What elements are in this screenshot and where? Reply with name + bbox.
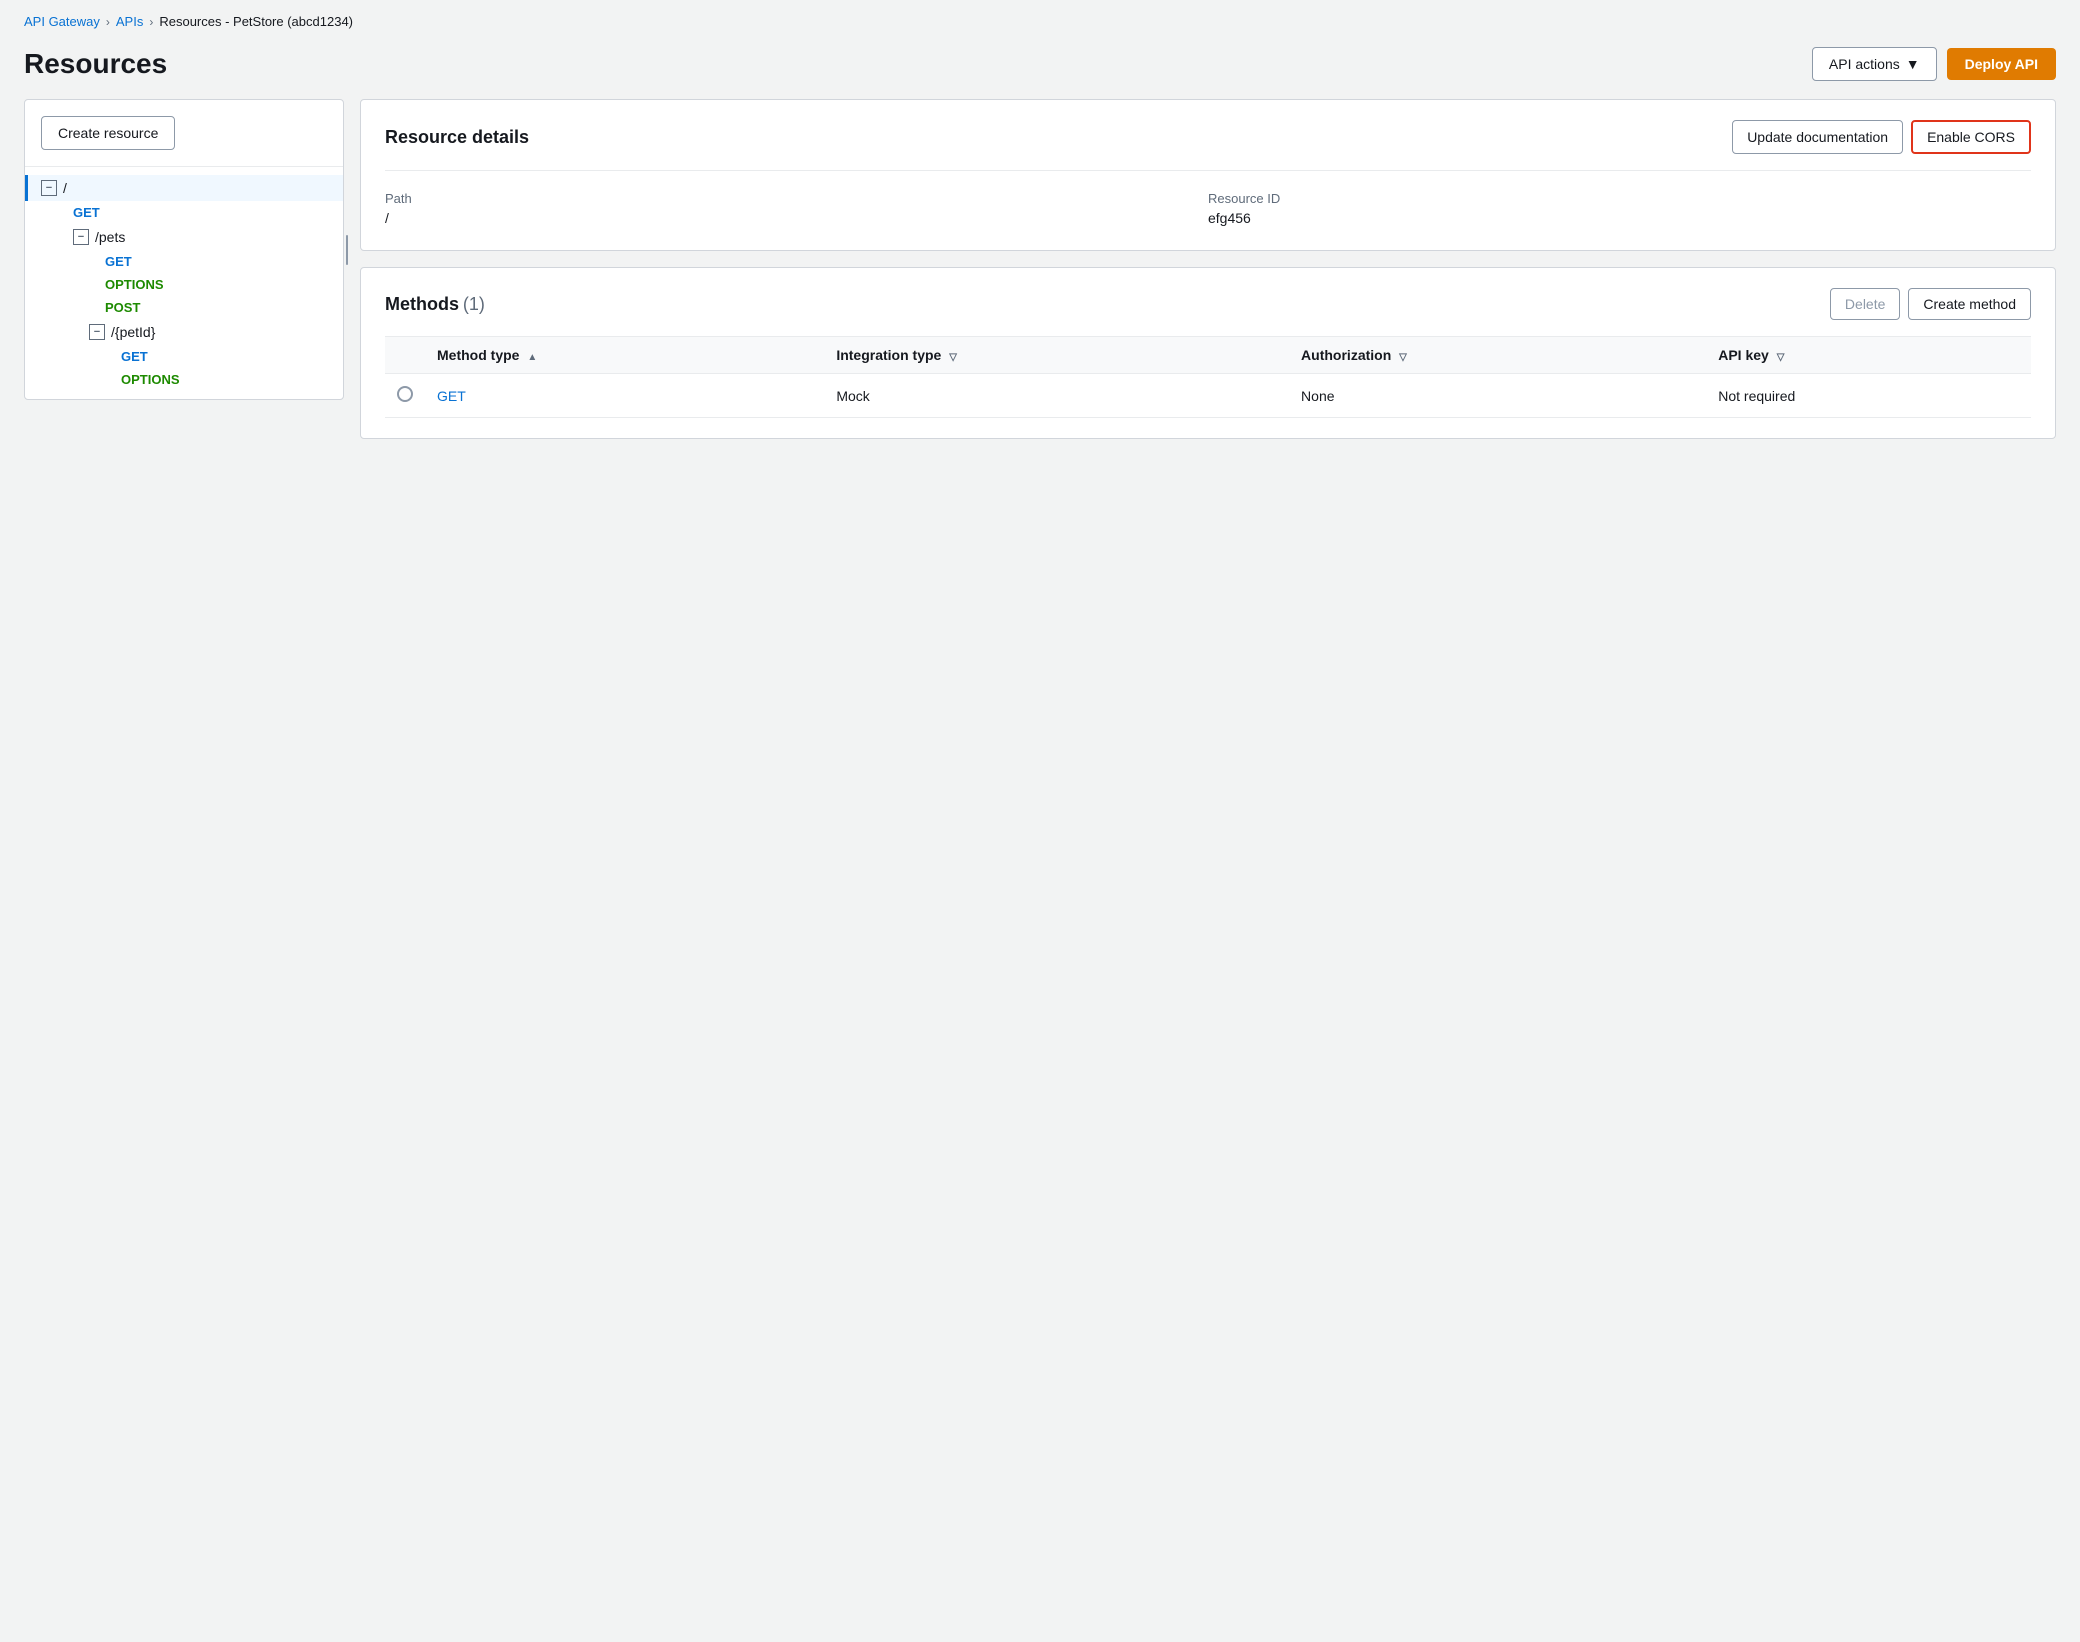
col-integration-type-label: Integration type	[836, 347, 941, 363]
resource-details-header: Resource details Update documentation En…	[385, 120, 2031, 154]
create-resource-button[interactable]: Create resource	[41, 116, 175, 150]
path-label: Path	[385, 191, 1208, 206]
row-integration-type: Mock	[824, 374, 1289, 418]
col-api-key-label: API key	[1718, 347, 1769, 363]
deploy-api-button[interactable]: Deploy API	[1947, 48, 2056, 80]
tree-item-root[interactable]: − /	[25, 175, 343, 201]
update-documentation-button[interactable]: Update documentation	[1732, 120, 1903, 154]
left-panel: Create resource − / GET − /pets GET OPTI…	[24, 99, 344, 400]
expand-icon-pets: −	[73, 229, 89, 245]
row-authorization: None	[1289, 374, 1706, 418]
resource-details-title: Resource details	[385, 127, 529, 148]
breadcrumb-api-gateway[interactable]: API Gateway	[24, 14, 100, 29]
path-value: /	[385, 210, 1208, 226]
col-integration-type[interactable]: Integration type ▽	[824, 337, 1289, 374]
page-header: Resources API actions ▼ Deploy API	[0, 39, 2080, 99]
sort-icon-auth: ▽	[1399, 352, 1407, 363]
main-content: Create resource − / GET − /pets GET OPTI…	[0, 99, 2080, 463]
api-actions-button[interactable]: API actions ▼	[1812, 47, 1937, 81]
resource-tree: − / GET − /pets GET OPTIONS POST − /{pet…	[25, 166, 343, 399]
breadcrumb-current: Resources - PetStore (abcd1234)	[159, 14, 353, 29]
col-select	[385, 337, 425, 374]
row-api-key: Not required	[1706, 374, 2031, 418]
col-authorization[interactable]: Authorization ▽	[1289, 337, 1706, 374]
methods-title-area: Methods (1)	[385, 294, 485, 315]
dropdown-icon: ▼	[1906, 56, 1920, 72]
tree-label-pets: /pets	[95, 229, 125, 245]
method-get-link[interactable]: GET	[437, 388, 466, 404]
col-method-type[interactable]: Method type ▲	[425, 337, 824, 374]
enable-cors-button[interactable]: Enable CORS	[1911, 120, 2031, 154]
right-panel: Resource details Update documentation En…	[360, 99, 2056, 439]
sort-icon-method: ▲	[527, 352, 537, 363]
api-actions-label: API actions	[1829, 56, 1900, 72]
row-select-cell	[385, 374, 425, 418]
row-method-type: GET	[425, 374, 824, 418]
breadcrumb-sep-2: ›	[149, 15, 153, 29]
delete-method-button[interactable]: Delete	[1830, 288, 1900, 320]
tree-item-pets[interactable]: − /pets	[41, 224, 343, 250]
methods-actions: Delete Create method	[1830, 288, 2031, 320]
sort-icon-integration: ▽	[949, 352, 957, 363]
sort-icon-apikey: ▽	[1777, 352, 1785, 363]
col-authorization-label: Authorization	[1301, 347, 1391, 363]
breadcrumb-apis[interactable]: APIs	[116, 14, 143, 29]
create-method-button[interactable]: Create method	[1908, 288, 2031, 320]
methods-table-head: Method type ▲ Integration type ▽ Authori…	[385, 337, 2031, 374]
resource-id-value: efg456	[1208, 210, 2031, 226]
methods-card: Methods (1) Delete Create method Method …	[360, 267, 2056, 439]
methods-count: (1)	[463, 294, 485, 314]
tree-method-pets-options[interactable]: OPTIONS	[41, 273, 343, 296]
methods-table-body: GET Mock None Not required	[385, 374, 2031, 418]
row-radio[interactable]	[397, 386, 413, 402]
methods-header: Methods (1) Delete Create method	[385, 288, 2031, 320]
breadcrumb: API Gateway › APIs › Resources - PetStor…	[0, 0, 2080, 39]
resource-details-card: Resource details Update documentation En…	[360, 99, 2056, 251]
tree-method-petid-options[interactable]: OPTIONS	[41, 368, 343, 391]
col-method-type-label: Method type	[437, 347, 519, 363]
resource-details-actions: Update documentation Enable CORS	[1732, 120, 2031, 154]
tree-method-pets-get[interactable]: GET	[41, 250, 343, 273]
resize-handle[interactable]	[343, 100, 351, 399]
resource-id-label: Resource ID	[1208, 191, 2031, 206]
tree-method-petid-get[interactable]: GET	[41, 345, 343, 368]
tree-method-pets-post[interactable]: POST	[41, 296, 343, 319]
methods-title: Methods	[385, 294, 459, 314]
tree-item-petid[interactable]: − /{petId}	[41, 319, 343, 345]
tree-label-root: /	[63, 180, 67, 196]
tree-label-petid: /{petId}	[111, 324, 155, 340]
page-title: Resources	[24, 48, 167, 80]
header-actions: API actions ▼ Deploy API	[1812, 47, 2056, 81]
expand-icon-petid: −	[89, 324, 105, 340]
expand-icon-root: −	[41, 180, 57, 196]
breadcrumb-sep-1: ›	[106, 15, 110, 29]
methods-table: Method type ▲ Integration type ▽ Authori…	[385, 336, 2031, 418]
tree-pets-container: − /pets GET OPTIONS POST − /{petId} GET …	[25, 224, 343, 391]
tree-method-root-get[interactable]: GET	[25, 201, 343, 224]
path-field: Path /	[385, 187, 1208, 230]
table-row: GET Mock None Not required	[385, 374, 2031, 418]
col-api-key[interactable]: API key ▽	[1706, 337, 2031, 374]
methods-table-header-row: Method type ▲ Integration type ▽ Authori…	[385, 337, 2031, 374]
resource-id-field: Resource ID efg456	[1208, 187, 2031, 230]
resource-details-grid: Path / Resource ID efg456	[385, 170, 2031, 230]
